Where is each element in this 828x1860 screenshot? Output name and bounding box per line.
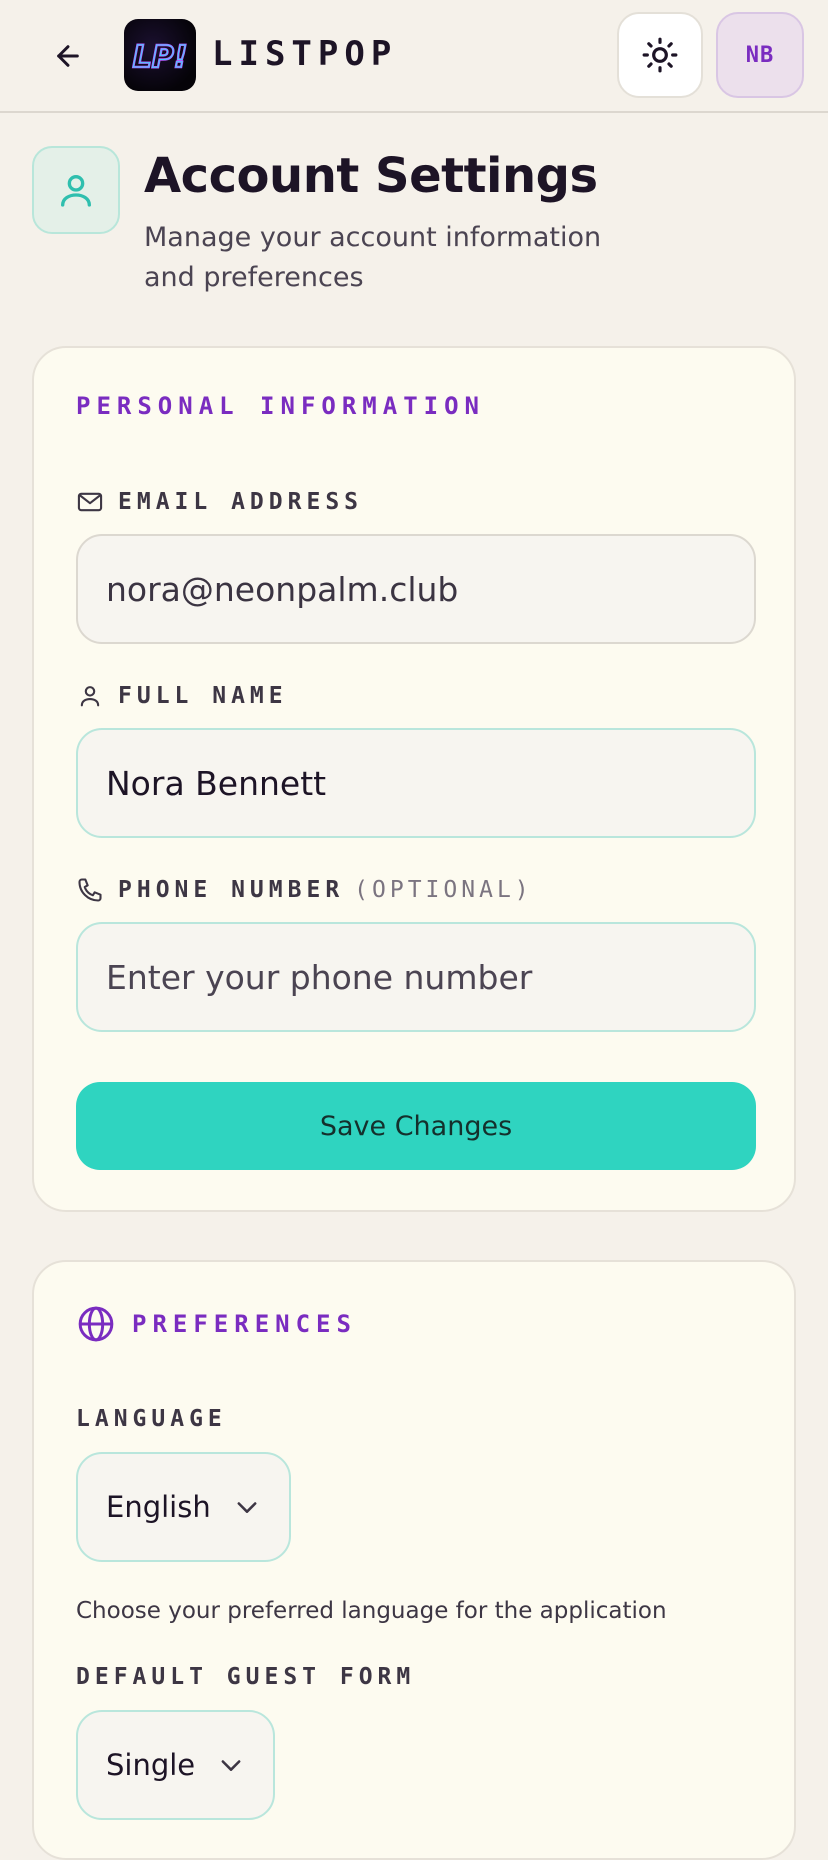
globe-icon: [78, 1306, 114, 1342]
preferences-heading-text: PREFERENCES: [132, 1310, 357, 1338]
top-bar: LP! LP! LISTPOP NB: [0, 0, 828, 113]
language-help-text: Choose your preferred language for the a…: [76, 1598, 667, 1624]
mail-icon: [77, 492, 103, 512]
sun-icon: [642, 37, 678, 73]
logo-mark: LP! LP!: [131, 39, 188, 76]
full-name-label-text: FULL NAME: [118, 683, 288, 709]
language-select-value: English: [106, 1490, 211, 1524]
page-title: Account Settings: [144, 148, 598, 204]
phone-icon: [78, 878, 102, 902]
personal-information-card: PERSONAL INFORMATION EMAIL ADDRESS nora@…: [32, 346, 796, 1212]
theme-toggle-button[interactable]: [617, 12, 703, 98]
default-guest-form-label: DEFAULT GUEST FORM: [76, 1664, 416, 1690]
avatar[interactable]: NB: [716, 12, 804, 98]
phone-input[interactable]: Enter your phone number: [76, 922, 756, 1032]
user-icon: [61, 175, 92, 207]
back-button[interactable]: [44, 36, 92, 76]
arrow-left-icon: [57, 45, 79, 67]
language-select[interactable]: English: [76, 1452, 291, 1562]
guest-form-select-value: Single: [106, 1748, 196, 1782]
full-name-label: FULL NAME: [76, 682, 288, 710]
app-logo[interactable]: LP! LP!: [124, 19, 196, 91]
chevron-down-icon: [237, 1502, 257, 1513]
preferences-card: PREFERENCES LANGUAGE English Choose your…: [32, 1260, 796, 1860]
language-label: LANGUAGE: [76, 1406, 227, 1432]
save-changes-button[interactable]: Save Changes: [76, 1082, 756, 1170]
user-icon: [80, 686, 100, 707]
email-label-text: EMAIL ADDRESS: [118, 489, 364, 515]
section-heading-preferences: PREFERENCES: [76, 1304, 357, 1344]
page-subtitle: Manage your account information and pref…: [144, 222, 602, 293]
guest-form-select[interactable]: Single: [76, 1710, 276, 1820]
section-heading-personal: PERSONAL INFORMATION: [76, 392, 485, 420]
brand-name: LISTPOP: [212, 34, 398, 74]
logo-text-glow: LP!: [133, 40, 188, 75]
chevron-down-icon: [221, 1760, 241, 1771]
email-field[interactable]: nora@neonpalm.club: [76, 534, 756, 644]
page-title-icon: [32, 146, 120, 234]
optional-tag: (OPTIONAL): [354, 877, 533, 903]
phone-label-text: PHONE NUMBER: [118, 877, 345, 903]
full-name-input[interactable]: Nora Bennett: [76, 728, 756, 838]
phone-label: PHONE NUMBER (OPTIONAL): [76, 876, 533, 904]
email-label: EMAIL ADDRESS: [76, 488, 363, 516]
